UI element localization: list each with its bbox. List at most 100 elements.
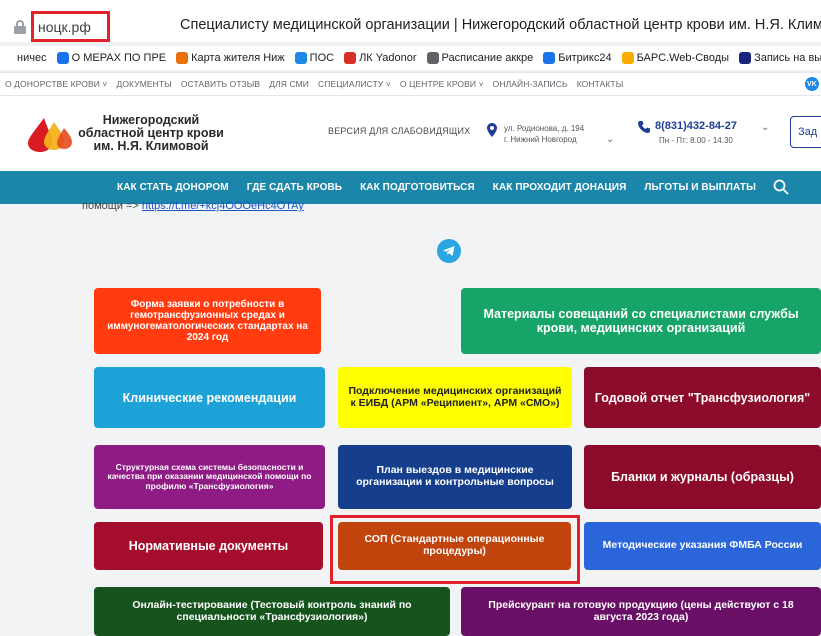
tile-forms-journals[interactable]: Бланки и журналы (образцы) (584, 445, 821, 509)
bookmark-label: О МЕРАХ ПО ПРЕ (71, 52, 167, 64)
tile-eibd-connection[interactable]: Подключение медицинских организаций к ЕИ… (338, 367, 572, 428)
working-hours: Пн - Пт: 8.00 - 14.30 (659, 136, 733, 145)
phone-number[interactable]: 8(831)432-84-27 (655, 120, 737, 132)
mainnav-item[interactable]: КАК ПОДГОТОВИТЬСЯ (360, 182, 475, 193)
url-text[interactable]: ноцк.рф (38, 19, 91, 35)
ask-question-button[interactable]: Зад (790, 116, 821, 148)
topnav-item[interactable]: ДОКУМЕНТЫ (116, 79, 171, 89)
car-icon (739, 52, 752, 64)
mainnav-item[interactable]: КАК ПРОХОДИТ ДОНАЦИЯ (493, 182, 627, 193)
content-area: помощи => https://t.me/+kcj4OOOeHc4OTAy … (0, 200, 821, 636)
address: ул. Родионова, д. 194 г. Нижний Новгород (504, 123, 584, 145)
org-name-line3: им. Н.Я. Климовой (93, 139, 209, 153)
topnav-item-label: ДЛЯ СМИ (269, 79, 309, 89)
org-name[interactable]: Нижегородский областной центр крови им. … (76, 114, 226, 153)
vk-icon[interactable]: VK (805, 77, 819, 91)
site-top-nav: О ДОНОРСТВЕ КРОВИ ˅ ДОКУМЕНТЫ ОСТАВИТЬ ОТЗ… (0, 72, 821, 96)
topnav-item[interactable]: О ДОНОРСТВЕ КРОВИ ˅ (5, 79, 107, 89)
lock-icon (14, 20, 26, 34)
chevron-down-icon[interactable]: ⌄ (761, 122, 769, 133)
bookmark-label: Битрикс24 (558, 52, 612, 64)
tile-fmba-guidelines[interactable]: Методические указания ФМБА России (584, 522, 821, 570)
address-line1: ул. Родионова, д. 194 (504, 124, 585, 133)
tile-clinical-guidelines[interactable]: Клинические рекомендации (94, 367, 325, 428)
browser-title-bar: ноцк.рф Специалисту медицинской организа… (0, 0, 821, 42)
tile-visit-plan[interactable]: План выездов в медицинские организации и… (338, 445, 572, 509)
topnav-item-label: О ЦЕНТРЕ КРОВИ (399, 79, 477, 89)
tile-price-list[interactable]: Прейскурант на готовую продукцию (цены д… (461, 587, 821, 636)
tile-meeting-materials[interactable]: Материалы совещаний со специалистами слу… (461, 288, 821, 354)
bookmark-label: Запись на выезд (754, 52, 821, 64)
tile-regulatory-docs[interactable]: Нормативные документы (94, 522, 323, 570)
topnav-item[interactable]: ДЛЯ СМИ (269, 79, 309, 89)
bitrix-icon (543, 52, 556, 64)
blood-drop-icon (344, 52, 357, 64)
bookmark-label: ничес (17, 52, 47, 64)
tile-demand-form[interactable]: Форма заявки о потребности в гемотрансфу… (94, 288, 321, 354)
address-line2: г. Нижний Новгород (504, 135, 577, 144)
highlight-box (330, 515, 580, 584)
help-prefix: помощи => (82, 200, 139, 212)
topnav-item-label: КОНТАКТЫ (576, 79, 624, 89)
topnav-item[interactable]: О ЦЕНТРЕ КРОВИ ˅ (400, 79, 484, 89)
bookmark-item[interactable]: Запись на выезд (739, 52, 821, 64)
topnav-item-label: СПЕЦИАЛИСТУ (318, 79, 384, 89)
blood-center-logo-icon[interactable] (24, 114, 74, 152)
page-title: Специалисту медицинской организации | Ни… (180, 17, 821, 33)
topnav-item-label: ДОКУМЕНТЫ (116, 79, 172, 89)
chevron-down-icon: ˅ (476, 79, 484, 89)
site-header: Нижегородский областной центр крови им. … (0, 96, 821, 171)
tile-label: Методические указания ФМБА России (602, 539, 803, 552)
bookmark-label: ПОС (309, 52, 335, 64)
bookmarks-bar: ничес О МЕРАХ ПО ПРЕ Карта жителя Ниж ПОС ЛК… (0, 46, 821, 70)
tile-annual-report[interactable]: Годовой отчет "Трансфузиология" (584, 367, 821, 428)
mainnav-item[interactable]: ГДЕ СДАТЬ КРОВЬ (247, 182, 342, 193)
bookmark-label: БАРС.Web-Своды (636, 52, 730, 64)
tile-label: Клинические рекомендации (122, 390, 297, 405)
telegram-link[interactable]: https://t.me/+kcj4OOOeHc4OTAy (142, 200, 304, 212)
topnav-item[interactable]: КОНТАКТЫ (577, 79, 624, 89)
tile-label: Подключение медицинских организаций к ЕИ… (348, 384, 562, 409)
low-vision-link[interactable]: ВЕРСИЯ ДЛЯ СЛАБОВИДЯЩИХ (328, 126, 470, 136)
bars-icon (621, 52, 634, 64)
bookmark-item[interactable]: Карта жителя Ниж (176, 52, 285, 64)
topnav-item[interactable]: СПЕЦИАЛИСТУ ˅ (318, 79, 391, 89)
tile-label: Годовой отчет "Трансфузиология" (594, 390, 811, 405)
deer-icon (176, 52, 189, 64)
bookmark-item[interactable]: ничес (2, 52, 47, 64)
topnav-item[interactable]: ОСТАВИТЬ ОТЗЫВ (181, 79, 260, 89)
bookmark-item[interactable]: БАРС.Web-Своды (621, 52, 730, 64)
search-icon[interactable] (773, 179, 789, 195)
gosuslugi-icon (294, 52, 307, 64)
bookmark-label: ЛК Yadonor (359, 52, 417, 64)
bookmark-item[interactable]: ПОС (294, 52, 335, 64)
chevron-down-icon: ˅ (383, 79, 391, 89)
tile-label: Прейскурант на готовую продукцию (цены д… (488, 598, 794, 623)
mainnav-item[interactable]: КАК СТАТЬ ДОНОРОМ (117, 182, 229, 193)
blank-icon (2, 52, 14, 64)
bookmark-label: Карта жителя Ниж (191, 52, 285, 64)
tile-safety-scheme[interactable]: Структурная схема системы безопасности и… (94, 445, 325, 509)
chevron-down-icon[interactable]: ⌄ (606, 134, 614, 145)
help-line: помощи => https://t.me/+kcj4OOOeHc4OTAy (82, 200, 304, 212)
tile-label: Материалы совещаний со специалистами слу… (483, 307, 799, 335)
address-bar[interactable]: ноцк.рф (31, 11, 110, 42)
topnav-item-label: ОНЛАЙН-ЗАПИСЬ (492, 79, 568, 89)
tile-label: Структурная схема системы безопасности и… (107, 461, 312, 491)
map-pin-icon (487, 123, 497, 137)
bookmark-item[interactable]: Расписание аккре (426, 52, 533, 64)
telegram-icon[interactable] (437, 239, 461, 263)
tile-label: План выездов в медицинские организации и… (356, 464, 554, 488)
bookmark-item[interactable]: О МЕРАХ ПО ПРЕ (56, 52, 167, 64)
bookmark-item[interactable]: ЛК Yadonor (344, 52, 417, 64)
phone-icon (638, 121, 650, 133)
tile-label: Онлайн-тестирование (Тестовый контроль з… (132, 598, 412, 623)
bookmark-item[interactable]: Битрикс24 (543, 52, 612, 64)
rings-icon (426, 52, 439, 64)
topnav-item-label: ОСТАВИТЬ ОТЗЫВ (180, 79, 261, 89)
chevron-down-icon: ˅ (99, 79, 108, 89)
tile-label: Нормативные документы (128, 539, 289, 553)
mainnav-item[interactable]: ЛЬГОТЫ И ВЫПЛАТЫ (644, 182, 756, 193)
tile-online-test[interactable]: Онлайн-тестирование (Тестовый контроль з… (94, 587, 450, 636)
topnav-item[interactable]: ОНЛАЙН-ЗАПИСЬ (493, 79, 568, 89)
